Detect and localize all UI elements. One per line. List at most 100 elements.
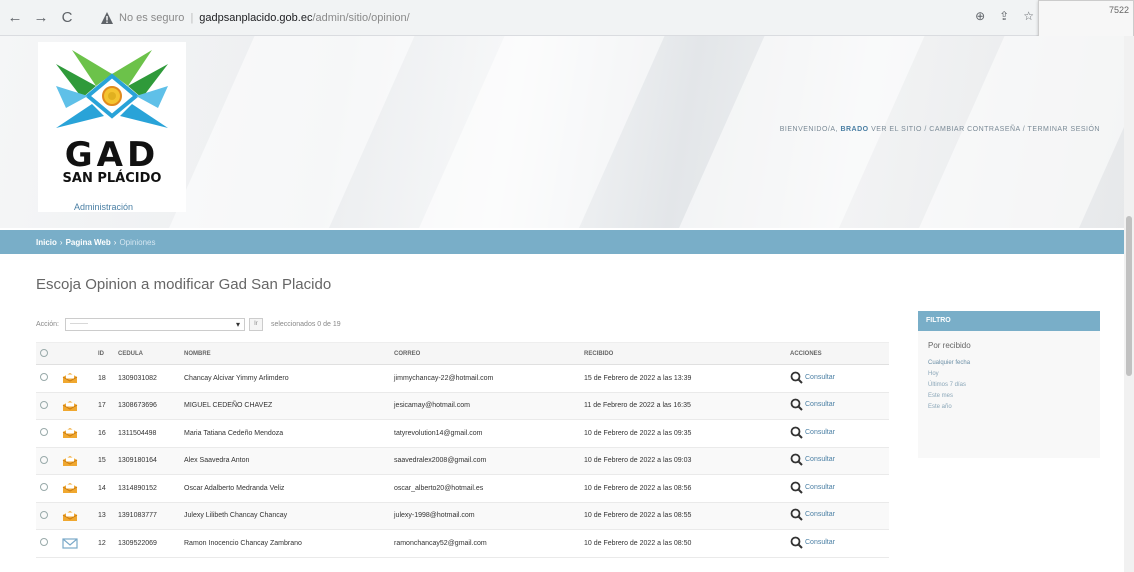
row-recibido: 11 de Febrero de 2022 a las 16:35 — [580, 392, 786, 420]
row-nombre[interactable]: Chancay Alcivar Yimmy Arlimdero — [180, 364, 390, 393]
row-nombre[interactable]: Julexy Lilibeth Chancay Chancay — [180, 502, 390, 530]
filter-option[interactable]: Últimos 7 días — [928, 380, 1100, 391]
row-actions: Consultar — [786, 529, 889, 558]
search-icon — [790, 371, 803, 384]
row-checkbox[interactable] — [40, 510, 48, 519]
row-checkbox[interactable] — [40, 483, 48, 492]
filter-option[interactable]: Hoy — [928, 369, 1100, 380]
consult-link[interactable]: Consultar — [790, 481, 835, 494]
filter-option[interactable]: Este año — [928, 402, 1100, 413]
address-separator: | — [190, 12, 194, 24]
row-recibido: 10 de Febrero de 2022 a las 08:55 — [580, 502, 786, 530]
row-correo: jimmychancay-22@hotmail.com — [390, 364, 580, 393]
page-scrollbar[interactable] — [1124, 36, 1134, 572]
url-host: gadpsanplacido.gob.ec — [199, 12, 313, 24]
row-actions: Consultar — [786, 447, 889, 475]
go-button[interactable]: Ir — [248, 317, 263, 331]
consult-link[interactable]: Consultar — [790, 508, 835, 521]
row-checkbox[interactable] — [40, 400, 48, 409]
user-name: BRADO — [840, 126, 869, 133]
table-header-row: ID CEDULA NOMBRE CORREO RECIBIDO ACCIONE… — [36, 342, 889, 365]
column-header[interactable]: CORREO — [390, 342, 580, 365]
actions-bar: Acción: --------- ▾ Ir seleccionados 0 d… — [36, 317, 341, 331]
breadcrumb-home[interactable]: Inicio — [36, 238, 57, 247]
row-select[interactable] — [36, 502, 58, 530]
row-id: 12 — [94, 529, 114, 558]
envelope-open-icon — [58, 447, 94, 475]
consult-link[interactable]: Consultar — [790, 453, 835, 466]
row-nombre[interactable]: Oscar Adalberto Medranda Veliz — [180, 474, 390, 503]
browser-toolbar: ← → C No es seguro | gadpsanplacido.gob.… — [0, 0, 1134, 36]
scrollbar-thumb[interactable] — [1126, 216, 1132, 376]
table-row[interactable]: 15 1309180164 Alex Saavedra Anton saavedral… — [36, 447, 889, 475]
table-row[interactable]: 17 1308673696 MIGUEL CEDEÑO CHAVEZ jesicama… — [36, 392, 889, 420]
consult-link[interactable]: Consultar — [790, 398, 835, 411]
consult-label: Consultar — [805, 428, 835, 436]
breadcrumb: Inicio › Pagina Web › Opiniones — [0, 230, 1134, 254]
row-nombre[interactable]: Alex Saavedra Anton — [180, 447, 390, 475]
welcome-text: BIENVENIDO/A, — [779, 126, 838, 133]
row-select[interactable] — [36, 364, 58, 393]
address-bar[interactable]: No es seguro | gadpsanplacido.gob.ec /ad… — [100, 6, 1020, 30]
row-checkbox[interactable] — [40, 538, 48, 547]
row-recibido: 10 de Febrero de 2022 a las 08:56 — [580, 474, 786, 503]
column-header[interactable]: RECIBIDO — [580, 342, 786, 365]
action-select[interactable]: --------- ▾ — [64, 317, 245, 331]
row-select[interactable] — [36, 419, 58, 448]
consult-link[interactable]: Consultar — [790, 371, 835, 384]
envelope-open-icon — [58, 474, 94, 503]
gad-emblem-icon — [56, 50, 168, 128]
breadcrumb-section[interactable]: Pagina Web — [66, 238, 111, 247]
row-actions: Consultar — [786, 502, 889, 530]
back-button[interactable]: ← — [4, 7, 26, 29]
breadcrumb-separator: › — [59, 237, 63, 247]
table-row[interactable]: 18 1309031082 Chancay Alcivar Yimmy Arlimd… — [36, 364, 889, 393]
table-row[interactable]: 12 1309522069 Ramon Inocencio Chancay Zamb… — [36, 529, 889, 558]
chevron-down-icon: ▾ — [235, 319, 240, 329]
search-icon — [790, 426, 803, 439]
row-cedula: 1309522069 — [114, 529, 180, 558]
logo-text-main: GAD — [64, 135, 160, 175]
table-row[interactable]: 14 1314890152 Oscar Adalberto Medranda Vel… — [36, 474, 889, 503]
table-row[interactable]: 13 1391083777 Julexy Lilibeth Chancay Chan… — [36, 502, 889, 530]
site-logo[interactable]: GAD SAN PLÁCIDO — [38, 42, 186, 212]
row-checkbox[interactable] — [40, 428, 48, 437]
bookmark-star-icon[interactable]: ☆ — [1023, 9, 1034, 23]
column-header[interactable]: ID — [94, 342, 114, 365]
user-links[interactable]: VER EL SITIO / CAMBIAR CONTRASEÑA / TERM… — [871, 126, 1100, 133]
column-header[interactable]: ACCIONES — [786, 342, 889, 365]
row-select[interactable] — [36, 529, 58, 558]
select-all-checkbox[interactable] — [40, 348, 48, 357]
reload-button[interactable]: C — [56, 7, 78, 29]
row-checkbox[interactable] — [40, 373, 48, 382]
forward-button[interactable]: → — [30, 7, 52, 29]
column-header[interactable] — [58, 342, 94, 365]
row-select[interactable] — [36, 447, 58, 475]
row-nombre[interactable]: MIGUEL CEDEÑO CHAVEZ — [180, 392, 390, 420]
envelope-open-icon — [58, 419, 94, 448]
row-recibido: 15 de Febrero de 2022 a las 13:39 — [580, 364, 786, 393]
consult-label: Consultar — [805, 511, 835, 519]
row-nombre[interactable]: Ramon Inocencio Chancay Zambrano — [180, 529, 390, 558]
row-cedula: 1309031082 — [114, 364, 180, 393]
column-header[interactable]: NOMBRE — [180, 342, 390, 365]
row-checkbox[interactable] — [40, 455, 48, 464]
row-nombre[interactable]: Maria Tatiana Cedeño Mendoza — [180, 419, 390, 448]
select-all-header[interactable] — [36, 342, 58, 365]
table-row[interactable]: 16 1311504498 Maria Tatiana Cedeño Mendoza… — [36, 419, 889, 448]
consult-link[interactable]: Consultar — [790, 426, 835, 439]
row-id: 13 — [94, 502, 114, 530]
site-caption: Administración — [74, 202, 134, 212]
filter-option[interactable]: Este mes — [928, 391, 1100, 402]
row-select[interactable] — [36, 392, 58, 420]
consult-link[interactable]: Consultar — [790, 536, 835, 549]
filter-option[interactable]: Cualquier fecha — [928, 358, 1100, 369]
column-header[interactable]: CEDULA — [114, 342, 180, 365]
row-select[interactable] — [36, 474, 58, 503]
header-decoration — [156, 36, 424, 228]
row-actions: Consultar — [786, 392, 889, 420]
share-icon[interactable]: ⇪ — [999, 9, 1009, 23]
row-correo: ramonchancay52@gmail.com — [390, 529, 580, 558]
zoom-icon[interactable]: ⊕ — [975, 9, 985, 23]
selection-counter: seleccionados 0 de 19 — [270, 320, 341, 328]
